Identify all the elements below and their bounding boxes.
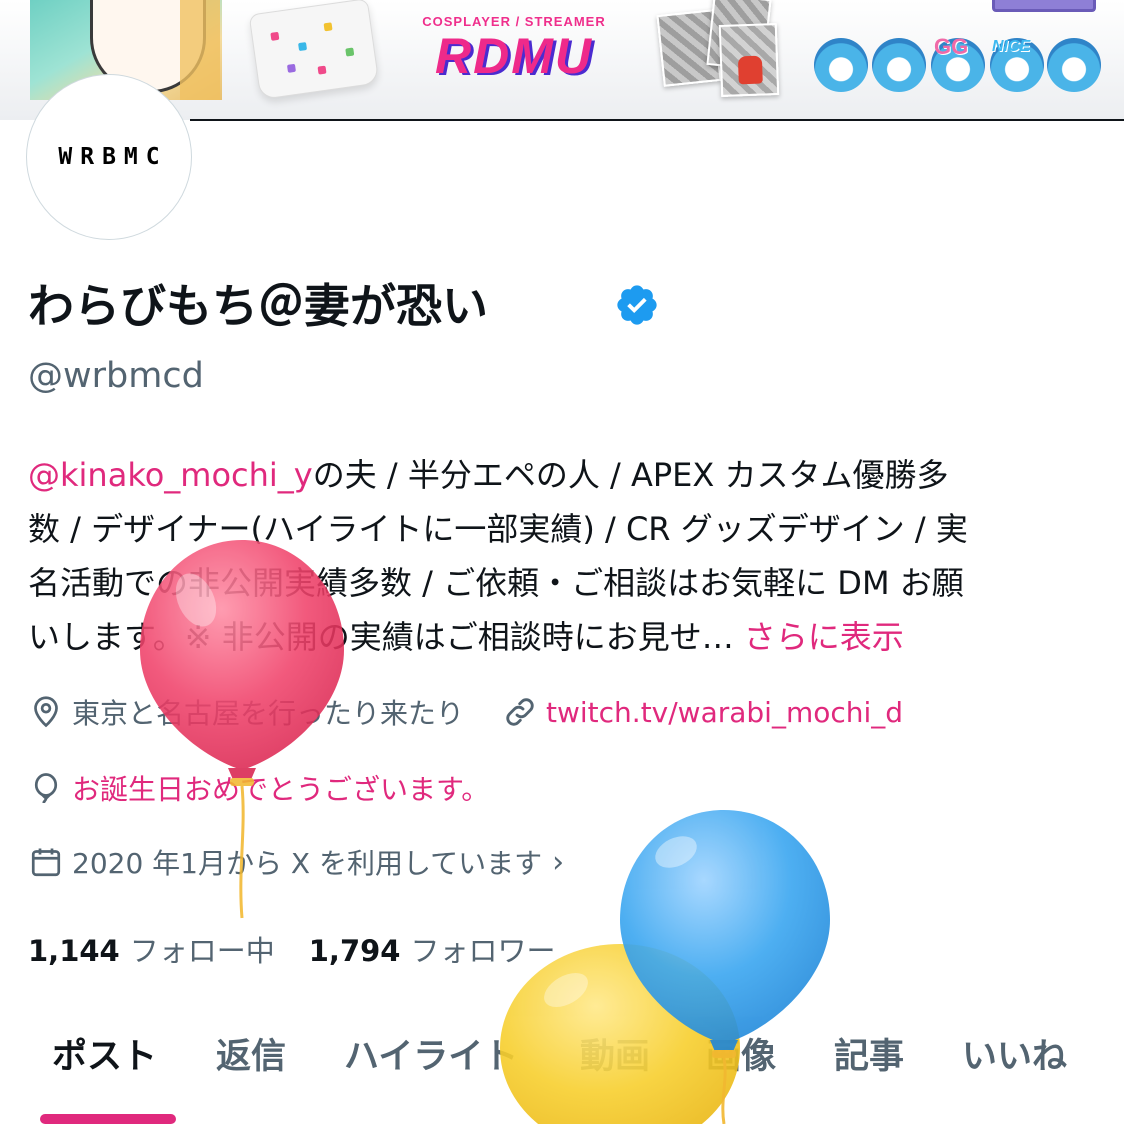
banner-brand-logo: COSPLAYER / STREAMER RDMU: [408, 14, 620, 94]
brand-subtitle: COSPLAYER / STREAMER: [422, 14, 606, 29]
tab-posts[interactable]: ポスト: [52, 1034, 157, 1080]
website-link[interactable]: twitch.tv/warabi_mochi_d: [502, 694, 903, 730]
calendar-icon: [31, 848, 61, 877]
location-pin-icon: [34, 696, 58, 728]
chevron-right-icon: ›: [552, 844, 565, 880]
bio-text: いします。※ 非公開の実績はご相談時にお見せ…: [28, 618, 734, 656]
header-divider: [190, 119, 1124, 121]
banner-corner-piece: [992, 0, 1096, 12]
followers-count: 1,794: [308, 934, 401, 968]
tab-replies[interactable]: 返信: [216, 1034, 286, 1080]
location-text: 東京と名古屋を行ったり来たり: [72, 697, 465, 730]
tab-videos[interactable]: 動画: [580, 1034, 650, 1080]
banner-emote: [872, 38, 926, 92]
profile-bio: @kinako_mochi_yの夫 / 半分エペの人 / APEX カスタム優勝…: [28, 448, 1106, 664]
follow-stats: 1,144 フォロー中 1,794 フォロワー: [28, 926, 556, 972]
followers-label: フォロワー: [410, 934, 556, 968]
profile-tabs: ポスト 返信 ハイライト 動画 画像 記事 いいね: [0, 1020, 1124, 1124]
bio-line: 数 / デザイナー(ハイライトに一部実績) / CR グッズデザイン / 実: [28, 510, 968, 548]
following-count: 1,144: [28, 934, 120, 968]
following-label: フォロー中: [129, 934, 275, 968]
avatar[interactable]: WRBMC: [26, 74, 192, 240]
tab-articles[interactable]: 記事: [834, 1034, 904, 1080]
tab-likes[interactable]: いいね: [962, 1034, 1067, 1080]
brand-title: RDMU: [435, 28, 593, 84]
banner-pouch-illustration: [248, 0, 380, 100]
bio-line: @kinako_mochi_yの夫 / 半分エペの人 / APEX カスタム優勝…: [28, 448, 1106, 502]
handle: @wrbmcd: [28, 356, 204, 396]
active-tab-indicator: [40, 1114, 176, 1124]
following-link[interactable]: 1,144 フォロー中: [28, 928, 275, 970]
bio-line: いします。※ 非公開の実績はご相談時にお見せ… さらに表示: [28, 610, 1106, 664]
bio-mention-link[interactable]: @kinako_mochi_y: [28, 456, 313, 494]
followers-link[interactable]: 1,794 フォロワー: [309, 928, 556, 970]
birthday-row: お誕生日おめでとうございます。: [28, 766, 489, 810]
joined-date-row[interactable]: 2020 年1月から X を利用しています ›: [28, 840, 564, 884]
banner-sticker-daruma: [718, 23, 780, 97]
website-link-text[interactable]: twitch.tv/warabi_mochi_d: [546, 696, 903, 729]
birthday-text: お誕生日おめでとうございます。: [72, 773, 490, 806]
tab-highlights[interactable]: ハイライト: [344, 1034, 518, 1080]
balloon-icon: [34, 773, 58, 804]
emote-label-gg: GG: [934, 34, 969, 59]
joined-date-text: 2020 年1月から X を利用しています: [72, 847, 543, 880]
verified-badge-icon[interactable]: [614, 282, 660, 328]
avatar-logo-text: WRBMC: [58, 144, 168, 170]
bio-text: の夫 / 半分エペの人 / APEX カスタム優勝多: [312, 456, 949, 494]
show-more-link[interactable]: さらに表示: [744, 618, 904, 656]
bio-line: 名活動での非公開実績多数 / ご依頼・ご相談はお気軽に DM お願: [28, 564, 964, 602]
banner-emote: [814, 38, 868, 92]
display-name: わらびもち＠妻が恐い: [28, 279, 488, 333]
link-icon: [506, 698, 534, 726]
banner-emote: [1047, 38, 1101, 92]
location-and-link-row: 東京と名古屋を行ったり来たり twitch.tv/warabi_mochi_d: [28, 690, 903, 734]
tab-media[interactable]: 画像: [706, 1034, 776, 1080]
emote-label-nice: NICE: [992, 38, 1031, 55]
